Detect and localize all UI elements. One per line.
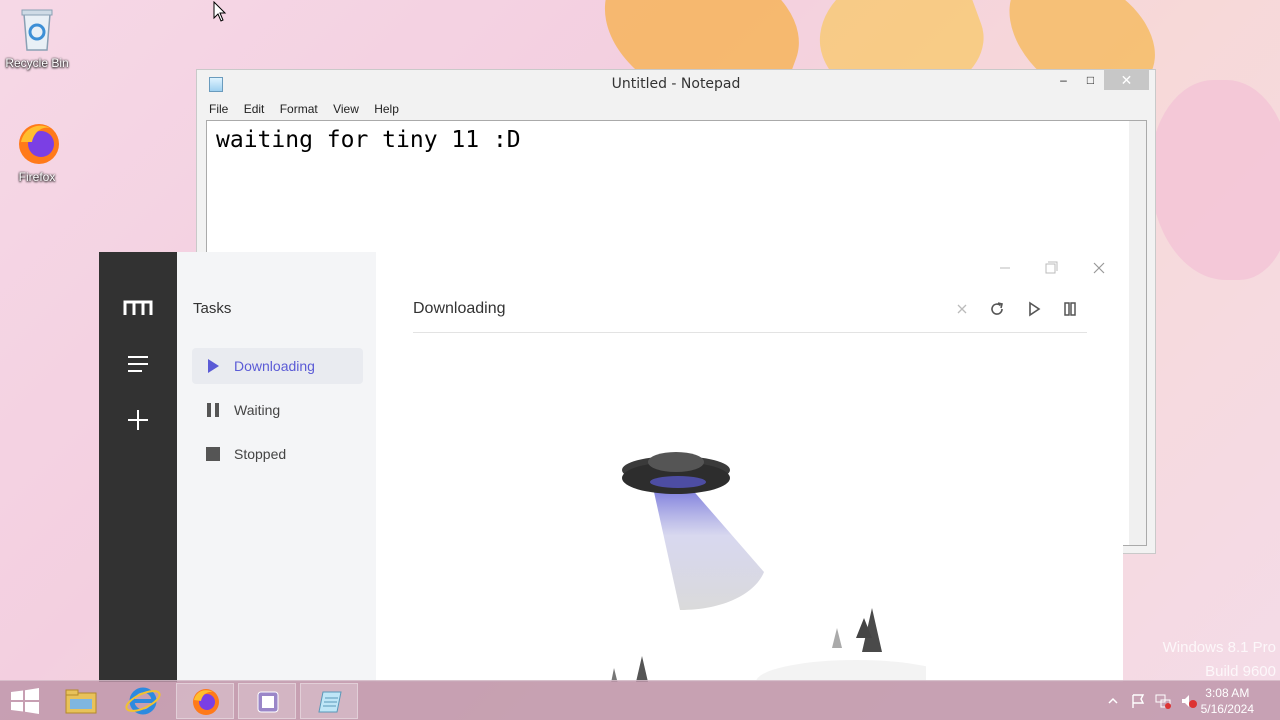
page-title: Downloading bbox=[413, 300, 506, 317]
sidebar-item-stopped[interactable]: Stopped bbox=[192, 436, 363, 472]
sidebar-item-waiting[interactable]: Waiting bbox=[192, 392, 363, 428]
play-icon bbox=[1029, 301, 1041, 317]
refresh-icon bbox=[991, 302, 1003, 315]
minimize-button[interactable] bbox=[993, 256, 1017, 280]
network-icon[interactable] bbox=[1154, 693, 1172, 709]
system-tray bbox=[1104, 681, 1204, 720]
maximize-button[interactable] bbox=[1039, 256, 1063, 280]
pause-icon bbox=[206, 403, 220, 417]
empty-state-ufo-illustration bbox=[611, 452, 926, 682]
pause-icon bbox=[1064, 302, 1076, 316]
action-center-flag-icon[interactable] bbox=[1130, 693, 1146, 709]
taskbar-file-explorer[interactable] bbox=[52, 683, 110, 719]
app-rail bbox=[99, 252, 177, 682]
volume-muted-icon[interactable] bbox=[1180, 693, 1198, 709]
taskbar-notepad[interactable] bbox=[300, 683, 358, 719]
windows-logo-icon bbox=[11, 688, 39, 714]
taskbar: 3:08 AM 5/16/2024 bbox=[0, 680, 1280, 720]
desktop-icon-firefox[interactable]: Firefox bbox=[0, 120, 74, 184]
clock-date: 5/16/2024 bbox=[1200, 702, 1254, 716]
vertical-scrollbar[interactable] bbox=[1129, 121, 1146, 545]
sidebar-item-label: Stopped bbox=[234, 446, 287, 462]
sidebar-item-label: Waiting bbox=[234, 402, 281, 418]
close-button[interactable]: ✕ bbox=[1104, 70, 1149, 90]
menu-view[interactable]: View bbox=[333, 100, 359, 118]
taskbar-clock[interactable]: 3:08 AM 5/16/2024 bbox=[1201, 685, 1254, 717]
play-icon bbox=[206, 359, 220, 373]
start-button[interactable] bbox=[0, 681, 50, 720]
firefox-icon bbox=[193, 689, 219, 715]
windows-watermark: Windows 8.1 Pro Build 9600 bbox=[1163, 636, 1276, 684]
menu-help[interactable]: Help bbox=[374, 100, 399, 118]
task-list-panel: Downloading bbox=[376, 252, 1123, 682]
menu-bar: File Edit Format View Help bbox=[197, 100, 1155, 120]
logo-icon[interactable] bbox=[118, 288, 158, 328]
resume-all-button[interactable] bbox=[1022, 297, 1046, 321]
show-hidden-icons-icon[interactable] bbox=[1106, 695, 1120, 707]
pause-all-button[interactable] bbox=[1058, 297, 1082, 321]
desktop-icon-label: Firefox bbox=[18, 170, 56, 184]
desktop-icon-label: Recycle Bin bbox=[5, 56, 69, 70]
close-icon bbox=[957, 304, 967, 314]
desktop-icon-recycle-bin[interactable]: Recycle Bin bbox=[0, 6, 74, 70]
minimize-button[interactable]: – bbox=[1050, 70, 1077, 90]
notepad-icon bbox=[318, 691, 342, 713]
taskbar-internet-explorer[interactable] bbox=[114, 683, 172, 719]
window-title: Untitled - Notepad bbox=[611, 76, 741, 92]
sidebar-item-label: Downloading bbox=[234, 358, 315, 374]
add-icon[interactable] bbox=[118, 400, 158, 440]
sidebar-title: Tasks bbox=[193, 300, 232, 317]
header-divider bbox=[413, 332, 1087, 333]
menu-icon[interactable] bbox=[118, 344, 158, 384]
watermark-line: Windows 8.1 Pro bbox=[1162, 639, 1276, 656]
menu-file[interactable]: File bbox=[209, 100, 228, 118]
delete-task-button[interactable] bbox=[950, 297, 974, 321]
menu-edit[interactable]: Edit bbox=[244, 100, 265, 118]
clock-time: 3:08 AM bbox=[1205, 686, 1250, 700]
notepad-content[interactable]: waiting for tiny 11 :D bbox=[216, 127, 521, 153]
menu-format[interactable]: Format bbox=[280, 100, 318, 118]
mouse-cursor-icon bbox=[213, 1, 227, 22]
taskbar-firefox[interactable] bbox=[176, 683, 234, 719]
stop-icon bbox=[206, 447, 220, 461]
file-explorer-icon bbox=[65, 689, 97, 714]
wallpaper-petal bbox=[1150, 80, 1280, 280]
internet-explorer-icon bbox=[125, 687, 161, 715]
firefox-icon bbox=[16, 120, 59, 166]
maximize-button[interactable]: □ bbox=[1077, 70, 1104, 90]
sidebar-item-downloading[interactable]: Downloading bbox=[192, 348, 363, 384]
tasks-sidebar: Tasks Downloading Waiting Stopped bbox=[177, 252, 376, 682]
recycle-bin-icon bbox=[16, 6, 58, 52]
motrix-icon bbox=[257, 691, 279, 713]
refresh-button[interactable] bbox=[985, 297, 1009, 321]
notepad-titlebar[interactable]: Untitled - Notepad – □ ✕ bbox=[197, 70, 1155, 100]
motrix-window[interactable]: Tasks Downloading Waiting Stopped Downlo… bbox=[99, 252, 1123, 682]
close-button[interactable] bbox=[1087, 256, 1111, 280]
taskbar-motrix[interactable] bbox=[238, 683, 296, 719]
